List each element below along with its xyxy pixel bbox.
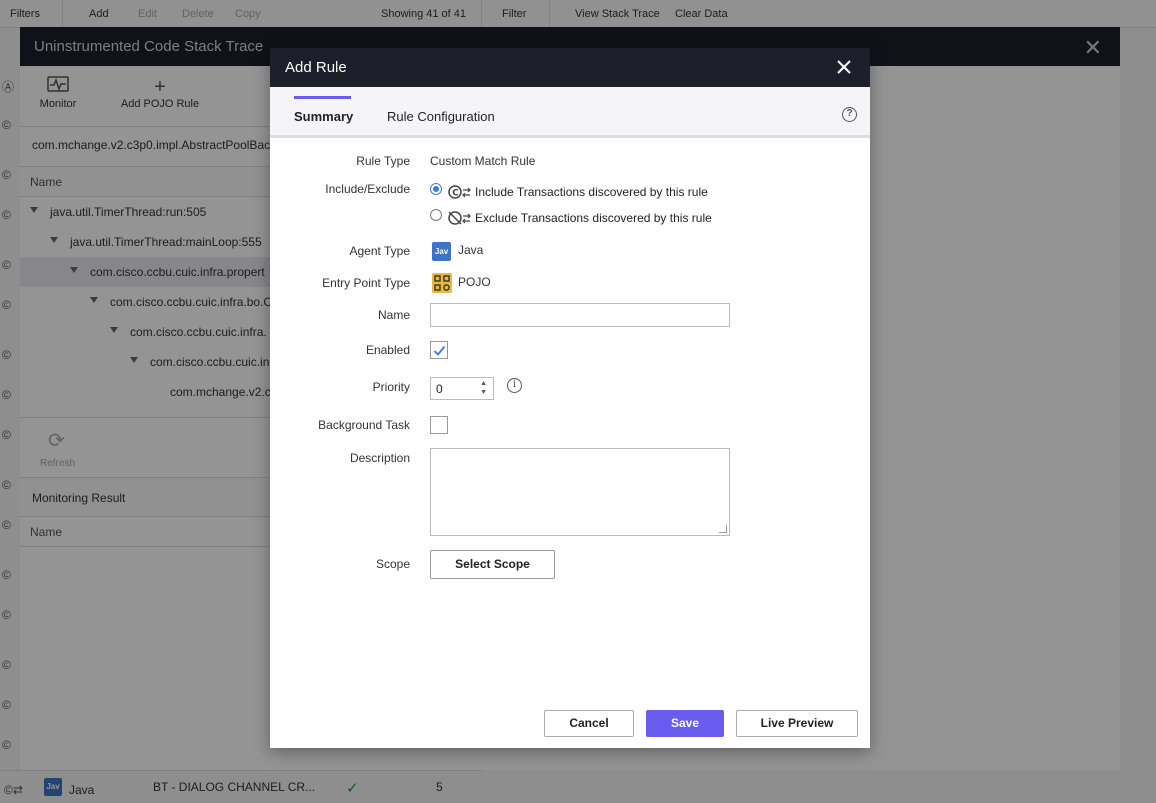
cancel-button[interactable]: Cancel <box>544 710 634 737</box>
background-task-label: Background Task <box>318 418 410 432</box>
include-transactions-icon: C <box>448 184 472 200</box>
priority-label: Priority <box>372 380 410 394</box>
name-input[interactable] <box>430 303 730 327</box>
scope-label: Scope <box>375 557 410 571</box>
name-label: Name <box>377 308 410 322</box>
priority-stepper[interactable]: 0 ▲ ▼ <box>430 377 494 400</box>
stepper-down-icon[interactable]: ▼ <box>480 389 487 396</box>
dialog-header: Add Rule <box>270 48 870 87</box>
rule-type-label: Rule Type <box>356 154 410 168</box>
exclude-option-label[interactable]: Exclude Transactions discovered by this … <box>475 211 712 225</box>
select-scope-button[interactable]: Select Scope <box>430 550 555 579</box>
dialog-title: Add Rule <box>285 59 347 76</box>
dialog-tabs: Summary Rule Configuration <box>270 87 870 138</box>
agent-type-label: Agent Type <box>349 244 411 258</box>
info-icon[interactable]: i <box>507 378 522 393</box>
live-preview-button[interactable]: Live Preview <box>736 710 858 737</box>
add-rule-dialog: Add Rule Summary Rule Configuration ? Ru… <box>270 48 870 748</box>
close-icon[interactable] <box>836 59 852 75</box>
exclude-radio[interactable] <box>430 209 442 221</box>
save-button[interactable]: Save <box>646 710 724 737</box>
include-exclude-label: Include/Exclude <box>325 182 410 196</box>
help-icon[interactable]: ? <box>842 107 857 122</box>
enabled-label: Enabled <box>365 343 410 357</box>
rule-type-value: Custom Match Rule <box>430 154 536 168</box>
background-task-checkbox[interactable] <box>430 416 448 434</box>
pojo-icon <box>432 273 452 293</box>
java-icon: Jav <box>432 242 451 261</box>
include-option-label[interactable]: Include Transactions discovered by this … <box>475 185 708 199</box>
exclude-transactions-icon <box>448 210 472 226</box>
entry-point-type-value: POJO <box>458 275 491 289</box>
tab-rule-configuration[interactable]: Rule Configuration <box>387 109 495 124</box>
priority-value: 0 <box>436 382 443 396</box>
checkmark-icon <box>433 345 446 356</box>
enabled-checkbox[interactable] <box>430 341 448 359</box>
svg-text:C: C <box>452 189 459 199</box>
description-label: Description <box>349 451 410 465</box>
include-radio[interactable] <box>430 183 442 195</box>
agent-type-value: Java <box>458 243 484 257</box>
active-tab-indicator <box>294 96 351 99</box>
stepper-up-icon[interactable]: ▲ <box>480 380 487 387</box>
entry-point-type-label: Entry Point Type <box>322 276 410 290</box>
description-textarea[interactable] <box>430 448 730 536</box>
tab-summary[interactable]: Summary <box>294 109 353 124</box>
